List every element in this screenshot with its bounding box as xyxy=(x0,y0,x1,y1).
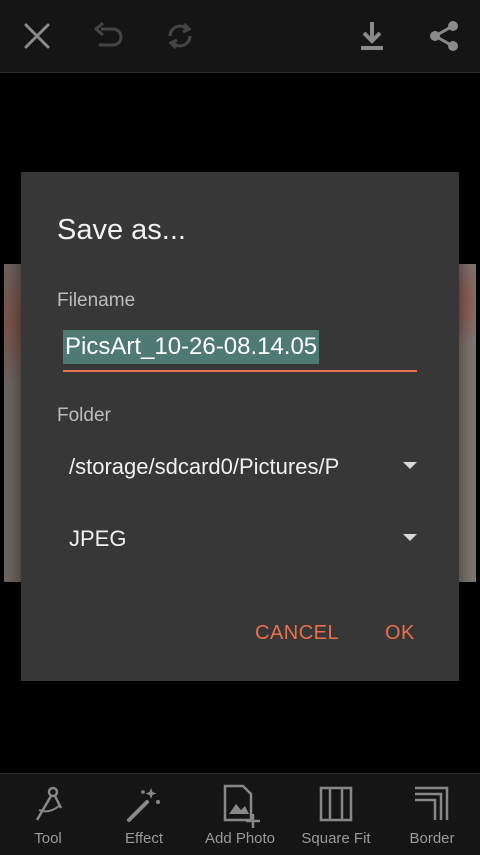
folder-value: /storage/sdcard0/Pictures/P xyxy=(69,454,340,479)
square-fit-icon xyxy=(319,786,353,822)
download-icon[interactable] xyxy=(352,16,392,56)
folder-dropdown[interactable]: /storage/sdcard0/Pictures/P xyxy=(69,446,419,486)
top-toolbar xyxy=(0,0,480,73)
tool-button[interactable]: Tool xyxy=(0,774,96,855)
dropdown-arrow-icon xyxy=(403,534,417,541)
save-as-dialog: Save as... Filename PicsArt_10-26-08.14.… xyxy=(21,172,459,681)
compass-icon xyxy=(35,786,63,821)
border-label: Border xyxy=(409,830,455,847)
add-photo-icon xyxy=(223,784,260,828)
cancel-button[interactable]: CANCEL xyxy=(255,622,339,645)
close-icon[interactable] xyxy=(17,16,57,56)
add-photo-button[interactable]: Add Photo xyxy=(192,774,288,855)
format-dropdown[interactable]: JPEG xyxy=(69,518,419,558)
effect-label: Effect xyxy=(124,830,164,847)
share-icon[interactable] xyxy=(424,16,464,56)
add-photo-label: Add Photo xyxy=(204,830,276,847)
square-fit-button[interactable]: Square Fit xyxy=(288,774,384,855)
effect-button[interactable]: Effect xyxy=(96,774,192,855)
dropdown-arrow-icon xyxy=(403,462,417,469)
folder-label: Folder xyxy=(57,405,111,426)
dialog-title: Save as... xyxy=(57,214,186,246)
redo-icon[interactable] xyxy=(160,16,200,56)
magic-wand-icon xyxy=(127,788,160,822)
border-button[interactable]: Border xyxy=(384,774,480,855)
filename-label: Filename xyxy=(57,290,136,311)
bottom-toolbar: Tool Effect Add Photo Square Fit Border xyxy=(0,773,480,855)
filename-value[interactable]: PicsArt_10-26-08.14.05 xyxy=(63,330,320,364)
format-value: JPEG xyxy=(69,526,127,551)
square-fit-label: Square Fit xyxy=(301,830,371,847)
filename-underline xyxy=(63,370,417,372)
tool-label: Tool xyxy=(34,830,62,847)
filename-field[interactable]: PicsArt_10-26-08.14.05 xyxy=(63,330,417,372)
undo-icon[interactable] xyxy=(88,16,128,56)
ok-button[interactable]: OK xyxy=(385,622,415,645)
border-icon xyxy=(415,786,449,820)
